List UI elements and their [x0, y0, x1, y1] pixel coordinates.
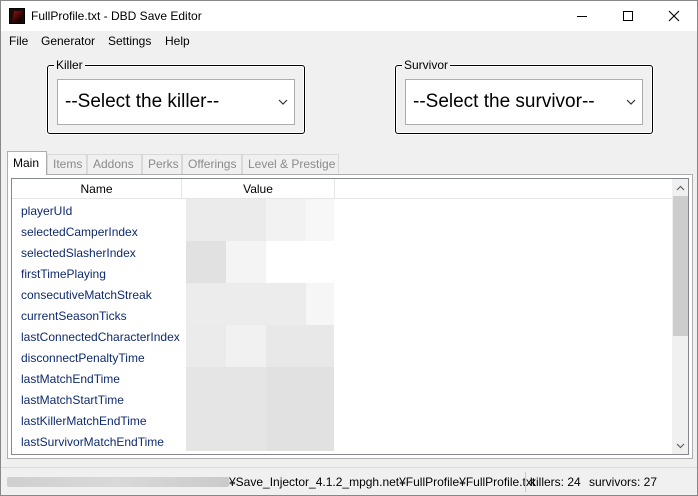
chevron-down-icon: [676, 443, 685, 448]
status-divider: [525, 472, 526, 492]
table-row[interactable]: firstTimePlaying: [12, 263, 672, 284]
table-row[interactable]: lastConnectedCharacterIndex: [12, 326, 672, 347]
row-name: consecutiveMatchStreak: [21, 288, 152, 302]
tab-perks[interactable]: Perks: [142, 154, 182, 174]
survivor-select-value: --Select the survivor--: [413, 91, 595, 112]
scroll-down-button[interactable]: [672, 437, 688, 454]
table-row[interactable]: lastMatchEndTime: [12, 368, 672, 389]
chevron-up-icon: [676, 185, 685, 190]
survivor-select[interactable]: --Select the survivor--: [405, 79, 643, 125]
status-file-path: ¥Save_Injector_4.1.2_mpgh.net¥FullProfil…: [229, 475, 536, 489]
scroll-up-button[interactable]: [672, 179, 688, 196]
main-tab-panel: Name Value playerUId selectedCamperIndex s…: [7, 174, 693, 459]
grid-rows: playerUId selectedCamperIndex selectedSlas…: [12, 200, 672, 452]
row-value[interactable]: [187, 305, 332, 326]
table-row[interactable]: selectedSlasherIndex: [12, 242, 672, 263]
maximize-button[interactable]: [605, 1, 651, 31]
scroll-thumb[interactable]: [673, 196, 688, 336]
row-name: lastKillerMatchEndTime: [21, 414, 147, 428]
status-survivor-count: survivors: 27: [589, 475, 658, 489]
row-name: firstTimePlaying: [21, 267, 106, 281]
row-name: playerUId: [21, 204, 73, 218]
tab-offerings[interactable]: Offerings: [182, 154, 242, 174]
table-row[interactable]: currentSeasonTicks: [12, 305, 672, 326]
title-bar[interactable]: FullProfile.txt - DBD Save Editor: [1, 1, 697, 31]
row-name: selectedCamperIndex: [21, 225, 138, 239]
row-value[interactable]: [187, 326, 332, 347]
tab-addons[interactable]: Addons: [87, 154, 142, 174]
killer-group: Killer --Select the killer--: [47, 58, 305, 134]
app-icon: [9, 8, 25, 24]
table-row[interactable]: lastKillerMatchEndTime: [12, 410, 672, 431]
killer-select[interactable]: --Select the killer--: [57, 79, 295, 125]
row-value[interactable]: [187, 263, 332, 284]
row-name: lastMatchStartTime: [21, 393, 124, 407]
row-value[interactable]: [187, 389, 332, 410]
menu-help[interactable]: Help: [165, 34, 190, 48]
app-window: FullProfile.txt - DBD Save Editor File G…: [0, 0, 698, 496]
minimize-icon: [577, 15, 587, 17]
row-value[interactable]: [187, 284, 332, 305]
status-killer-count: killers: 24: [530, 475, 581, 489]
survivor-group: Survivor --Select the survivor--: [395, 58, 653, 134]
tab-items[interactable]: Items: [47, 154, 87, 174]
row-value[interactable]: [187, 368, 332, 389]
row-name: lastSurvivorMatchEndTime: [21, 435, 164, 449]
row-value[interactable]: [187, 242, 332, 263]
grid-header: Name Value: [12, 179, 672, 199]
menu-bar: File Generator Settings Help: [1, 31, 697, 51]
close-button[interactable]: [651, 1, 697, 31]
killer-select-value: --Select the killer--: [65, 91, 220, 112]
minimize-button[interactable]: [559, 1, 605, 31]
menu-settings[interactable]: Settings: [108, 34, 151, 48]
maximize-icon: [623, 11, 633, 21]
property-grid[interactable]: Name Value playerUId selectedCamperIndex s…: [11, 178, 689, 455]
table-row[interactable]: disconnectPenaltyTime: [12, 347, 672, 368]
table-row[interactable]: selectedCamperIndex: [12, 221, 672, 242]
table-row[interactable]: lastSurvivorMatchEndTime: [12, 431, 672, 452]
row-name: disconnectPenaltyTime: [21, 351, 145, 365]
table-row[interactable]: consecutiveMatchStreak: [12, 284, 672, 305]
close-icon: [668, 10, 680, 22]
window-title: FullProfile.txt - DBD Save Editor: [31, 9, 202, 23]
menu-file[interactable]: File: [9, 34, 28, 48]
survivor-group-label: Survivor: [402, 58, 451, 72]
status-bar: ¥Save_Injector_4.1.2_mpgh.net¥FullProfil…: [1, 467, 697, 495]
table-row[interactable]: playerUId: [12, 200, 672, 221]
column-header-value[interactable]: Value: [182, 179, 335, 199]
row-value[interactable]: [187, 221, 332, 242]
table-row[interactable]: lastMatchStartTime: [12, 389, 672, 410]
row-value[interactable]: [187, 347, 332, 368]
row-value[interactable]: [187, 410, 332, 431]
row-value[interactable]: [187, 200, 332, 221]
row-name: lastMatchEndTime: [21, 372, 120, 386]
redacted-path: [7, 477, 229, 487]
row-value[interactable]: [187, 431, 332, 452]
chevron-down-icon: [278, 99, 288, 105]
row-name: lastConnectedCharacterIndex: [21, 330, 180, 344]
row-name: selectedSlasherIndex: [21, 246, 136, 260]
vertical-scrollbar[interactable]: [672, 179, 688, 454]
killer-group-label: Killer: [54, 58, 85, 72]
tab-main[interactable]: Main: [7, 151, 47, 175]
menu-generator[interactable]: Generator: [41, 34, 95, 48]
chevron-down-icon: [626, 99, 636, 105]
row-name: currentSeasonTicks: [21, 309, 127, 323]
tab-level-prestige[interactable]: Level & Prestige: [242, 154, 339, 174]
column-header-name[interactable]: Name: [12, 179, 182, 199]
